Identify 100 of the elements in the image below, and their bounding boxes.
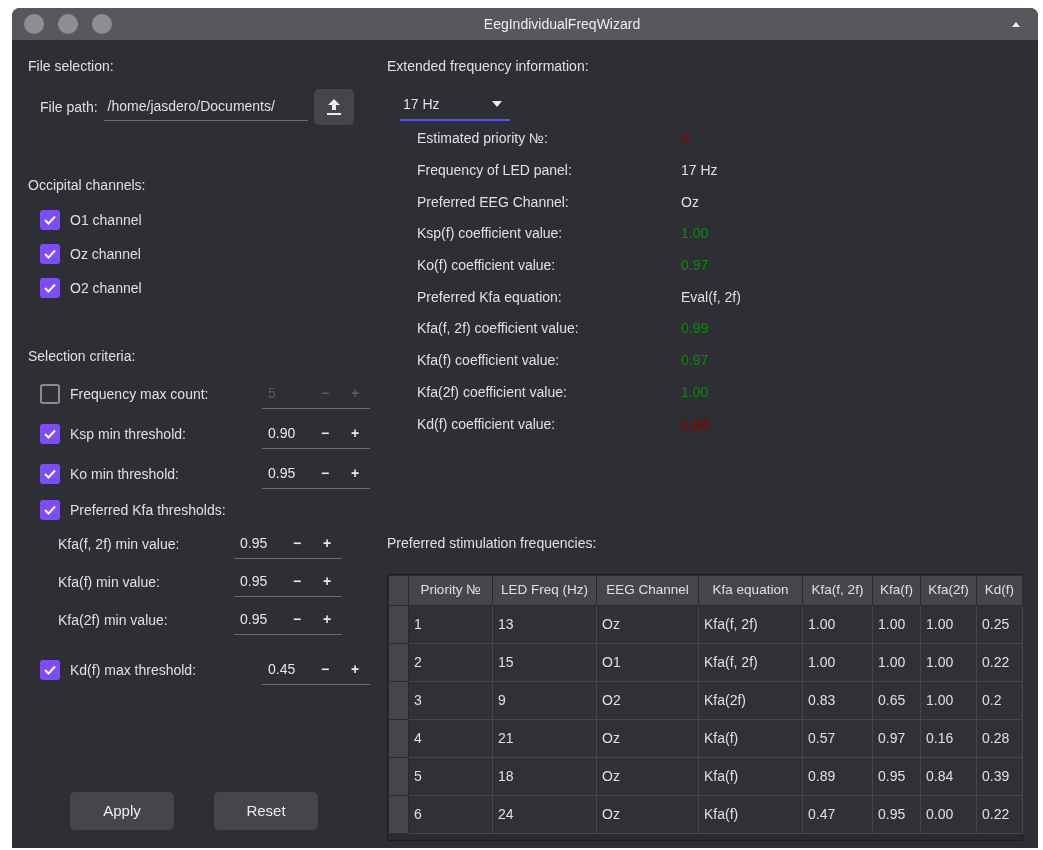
table-cell: 0.95 bbox=[872, 795, 921, 834]
check-icon bbox=[44, 283, 56, 293]
minus-button[interactable]: − bbox=[282, 533, 312, 554]
table-cell: 9 bbox=[492, 681, 597, 720]
table-cell: 0.97 bbox=[872, 719, 921, 758]
table-cell: 0.2 bbox=[976, 681, 1023, 720]
table-cell: 5 bbox=[408, 757, 493, 796]
upload-button[interactable] bbox=[313, 89, 354, 125]
section-heading: Occipital channels: bbox=[28, 176, 147, 195]
checkbox[interactable] bbox=[40, 500, 60, 520]
column-header[interactable]: Kfa(2f) bbox=[920, 575, 977, 606]
table-cell: Oz bbox=[596, 795, 699, 834]
table-cell: 21 bbox=[492, 719, 597, 758]
check-icon bbox=[44, 505, 56, 515]
checkbox[interactable] bbox=[40, 244, 60, 264]
info-label: Preferred EEG Channel: bbox=[417, 192, 570, 212]
info-value: 1.00 bbox=[681, 382, 709, 402]
column-header[interactable]: Priority № bbox=[408, 575, 493, 606]
table-cell: 1.00 bbox=[920, 605, 977, 644]
column-header[interactable]: Kfa(f) bbox=[872, 575, 921, 606]
field-label: File path: bbox=[40, 97, 98, 117]
field-label: Kfa(2f) min value: bbox=[58, 610, 169, 630]
table-cell: 0.83 bbox=[802, 681, 873, 720]
plus-button[interactable]: + bbox=[312, 571, 342, 592]
table-cell: 2 bbox=[408, 643, 493, 682]
spin-value: 0.90 bbox=[268, 424, 297, 443]
spin-value: 0.95 bbox=[240, 534, 269, 553]
window-control-icon[interactable] bbox=[24, 14, 44, 34]
table-cell: 1 bbox=[408, 605, 493, 644]
caret-up-icon[interactable] bbox=[1012, 21, 1020, 27]
info-label: Ksp(f) coefficient value: bbox=[417, 224, 564, 244]
minus-button[interactable]: − bbox=[310, 463, 340, 484]
table-cell: Oz bbox=[596, 719, 699, 758]
minus-button[interactable]: − bbox=[282, 609, 312, 630]
column-header[interactable]: LED Freq (Hz) bbox=[492, 575, 597, 606]
table-cell: 0.39 bbox=[976, 757, 1023, 796]
info-value: Eval(f, 2f) bbox=[681, 287, 741, 307]
info-label: Kfa(f, 2f) coefficient value: bbox=[417, 319, 580, 339]
info-value: 0.97 bbox=[681, 256, 709, 276]
table-cell: 1.00 bbox=[802, 605, 873, 644]
table-cell: 0.95 bbox=[872, 757, 921, 796]
info-label: Preferred Kfa equation: bbox=[417, 287, 563, 307]
spin-box[interactable]: 0.95 − + bbox=[262, 459, 370, 489]
spin-value: 0.95 bbox=[268, 464, 297, 483]
table-cell: O1 bbox=[596, 643, 699, 682]
checkbox[interactable] bbox=[40, 210, 60, 230]
checkbox[interactable] bbox=[40, 424, 60, 444]
table-cell: 24 bbox=[492, 795, 597, 834]
info-value: 0.84 bbox=[681, 414, 709, 434]
checkbox-label: O1 channel bbox=[70, 210, 142, 230]
minus-button[interactable]: − bbox=[310, 423, 340, 444]
checkbox[interactable] bbox=[40, 660, 60, 680]
plus-button[interactable]: + bbox=[340, 463, 370, 484]
plus-button[interactable]: + bbox=[340, 423, 370, 444]
window-control-icon[interactable] bbox=[92, 14, 112, 34]
field-label: Kfa(f, 2f) min value: bbox=[58, 534, 181, 554]
plus-button[interactable]: + bbox=[312, 609, 342, 630]
column-header[interactable]: EEG Channel bbox=[596, 575, 699, 606]
upload-icon bbox=[326, 99, 341, 115]
spin-box[interactable]: 0.90 − + bbox=[262, 419, 370, 449]
spin-box[interactable]: 0.95 − + bbox=[234, 567, 342, 597]
column-header[interactable]: Kd(f) bbox=[976, 575, 1023, 606]
table-cell: 0.57 bbox=[802, 719, 873, 758]
checkbox-label: Ksp min threshold: bbox=[70, 424, 187, 444]
checkbox-label: Preferred Kfa thresholds: bbox=[70, 500, 226, 520]
section-heading: File selection: bbox=[28, 57, 115, 76]
checkbox-label: Frequency max count: bbox=[70, 384, 210, 404]
action-button[interactable]: Apply bbox=[70, 792, 174, 830]
table-cell: 18 bbox=[492, 757, 597, 796]
table-cell: 13 bbox=[492, 605, 597, 644]
spin-box[interactable]: 0.45 − + bbox=[262, 655, 370, 685]
checkbox[interactable] bbox=[40, 278, 60, 298]
checkbox-label: Oz channel bbox=[70, 244, 141, 264]
column-header[interactable]: Kfa equation bbox=[698, 575, 803, 606]
table-cell: 0.25 bbox=[976, 605, 1023, 644]
check-icon bbox=[44, 665, 56, 675]
check-icon bbox=[44, 215, 56, 225]
table-cell: 0.89 bbox=[802, 757, 873, 796]
table-cell: 0.22 bbox=[976, 795, 1023, 834]
checkbox-label: O2 channel bbox=[70, 278, 142, 298]
spin-value: 0.95 bbox=[240, 572, 269, 591]
window-control-icon[interactable] bbox=[58, 14, 78, 34]
spin-value: 0.95 bbox=[240, 610, 269, 629]
minus-button[interactable]: − bbox=[282, 571, 312, 592]
file-path-field[interactable]: /home/jasdero/Documents/ bbox=[103, 93, 308, 121]
action-button[interactable]: Reset bbox=[214, 792, 318, 830]
minus-button[interactable]: − bbox=[310, 659, 340, 680]
table-cell: 0.22 bbox=[976, 643, 1023, 682]
checkbox-label: Ko min threshold: bbox=[70, 464, 180, 484]
table-cell: 0.47 bbox=[802, 795, 873, 834]
plus-button[interactable]: + bbox=[312, 533, 342, 554]
frequency-dropdown[interactable]: 17 Hz bbox=[400, 89, 510, 121]
table-cell: 0.84 bbox=[920, 757, 977, 796]
spin-box[interactable]: 0.95 − + bbox=[234, 529, 342, 559]
plus-button[interactable]: + bbox=[340, 659, 370, 680]
spin-box[interactable]: 0.95 − + bbox=[234, 605, 342, 635]
column-header[interactable]: Kfa(f, 2f) bbox=[802, 575, 873, 606]
info-value: 0.97 bbox=[681, 351, 709, 371]
checkbox[interactable] bbox=[40, 464, 60, 484]
checkbox[interactable] bbox=[40, 384, 60, 404]
